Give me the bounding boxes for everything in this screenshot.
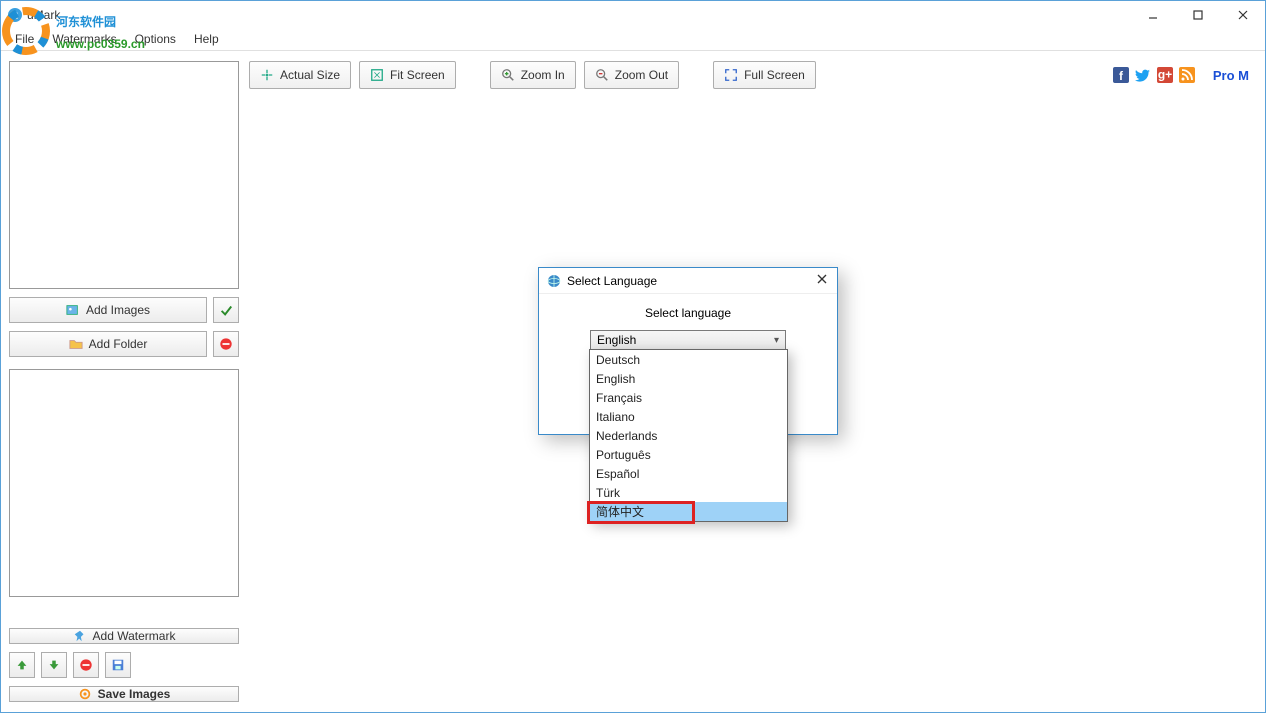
delete-icon — [79, 658, 93, 672]
arrow-up-icon — [15, 658, 29, 672]
dialog-label: Select language — [559, 306, 817, 320]
save-images-button[interactable]: Save Images — [9, 686, 239, 702]
pro-link[interactable]: Pro M — [1213, 68, 1249, 83]
app-icon: u — [7, 7, 23, 23]
title-bar: u uMark — [1, 1, 1265, 28]
full-screen-icon — [724, 68, 738, 82]
zoom-out-label: Zoom Out — [615, 68, 668, 82]
images-icon — [66, 303, 80, 317]
fit-screen-label: Fit Screen — [390, 68, 445, 82]
menu-options[interactable]: Options — [127, 30, 184, 48]
language-option[interactable]: Français — [590, 388, 787, 407]
language-combobox[interactable]: English — [590, 330, 786, 350]
language-option[interactable]: Nederlands — [590, 426, 787, 445]
zoom-out-icon — [595, 68, 609, 82]
maximize-button[interactable] — [1175, 1, 1220, 28]
arrow-down-icon — [47, 658, 61, 672]
svg-text:g+: g+ — [1158, 68, 1172, 82]
dialog-titlebar: Select Language — [539, 268, 837, 294]
language-dropdown: Deutsch English Français Italiano Nederl… — [589, 349, 788, 522]
dialog-close-button[interactable] — [815, 272, 829, 289]
zoom-in-button[interactable]: Zoom In — [490, 61, 576, 89]
remove-icon — [219, 337, 233, 351]
gear-icon — [78, 687, 92, 701]
googleplus-icon[interactable]: g+ — [1157, 67, 1173, 83]
zoom-in-label: Zoom In — [521, 68, 565, 82]
twitter-icon[interactable] — [1135, 67, 1151, 83]
add-watermark-button[interactable]: Add Watermark — [9, 628, 239, 644]
language-selected: English — [597, 333, 636, 347]
full-screen-button[interactable]: Full Screen — [713, 61, 816, 89]
disk-icon — [111, 658, 125, 672]
add-folder-button[interactable]: Add Folder — [9, 331, 207, 357]
language-option-selected[interactable]: 简体中文 — [590, 502, 787, 521]
actual-size-label: Actual Size — [280, 68, 340, 82]
move-up-button[interactable] — [9, 652, 35, 678]
zoom-in-icon — [501, 68, 515, 82]
save-images-label: Save Images — [98, 687, 171, 701]
rss-icon[interactable] — [1179, 67, 1195, 83]
close-button[interactable] — [1220, 1, 1265, 28]
image-list-panel — [9, 61, 239, 289]
menu-help[interactable]: Help — [186, 30, 227, 48]
check-icon — [219, 303, 233, 317]
fit-screen-icon — [370, 68, 384, 82]
close-icon — [815, 272, 829, 286]
zoom-out-button[interactable]: Zoom Out — [584, 61, 679, 89]
actual-size-icon — [260, 68, 274, 82]
move-down-button[interactable] — [41, 652, 67, 678]
folder-icon — [69, 337, 83, 351]
delete-watermark-button[interactable] — [73, 652, 99, 678]
add-folder-label: Add Folder — [89, 337, 148, 351]
confirm-images-button[interactable] — [213, 297, 239, 323]
language-option[interactable]: Türk — [590, 483, 787, 502]
language-option[interactable]: English — [590, 369, 787, 388]
minimize-button[interactable] — [1130, 1, 1175, 28]
add-images-label: Add Images — [86, 303, 150, 317]
add-watermark-label: Add Watermark — [93, 629, 176, 643]
menu-bar: File Watermarks Options Help — [1, 28, 1265, 50]
menu-watermarks[interactable]: Watermarks — [44, 30, 124, 48]
save-watermark-button[interactable] — [105, 652, 131, 678]
language-option[interactable]: Português — [590, 445, 787, 464]
pin-icon — [73, 629, 87, 643]
remove-folder-button[interactable] — [213, 331, 239, 357]
watermark-list-panel — [9, 369, 239, 597]
language-option[interactable]: Español — [590, 464, 787, 483]
actual-size-button[interactable]: Actual Size — [249, 61, 351, 89]
add-images-button[interactable]: Add Images — [9, 297, 207, 323]
globe-icon — [547, 274, 561, 288]
menu-file[interactable]: File — [7, 30, 42, 48]
fit-screen-button[interactable]: Fit Screen — [359, 61, 456, 89]
language-option[interactable]: Deutsch — [590, 350, 787, 369]
language-option[interactable]: Italiano — [590, 407, 787, 426]
svg-text:u: u — [12, 8, 19, 22]
full-screen-label: Full Screen — [744, 68, 805, 82]
facebook-icon[interactable]: f — [1113, 67, 1129, 83]
window-title: uMark — [27, 8, 60, 22]
dialog-title: Select Language — [567, 274, 657, 288]
